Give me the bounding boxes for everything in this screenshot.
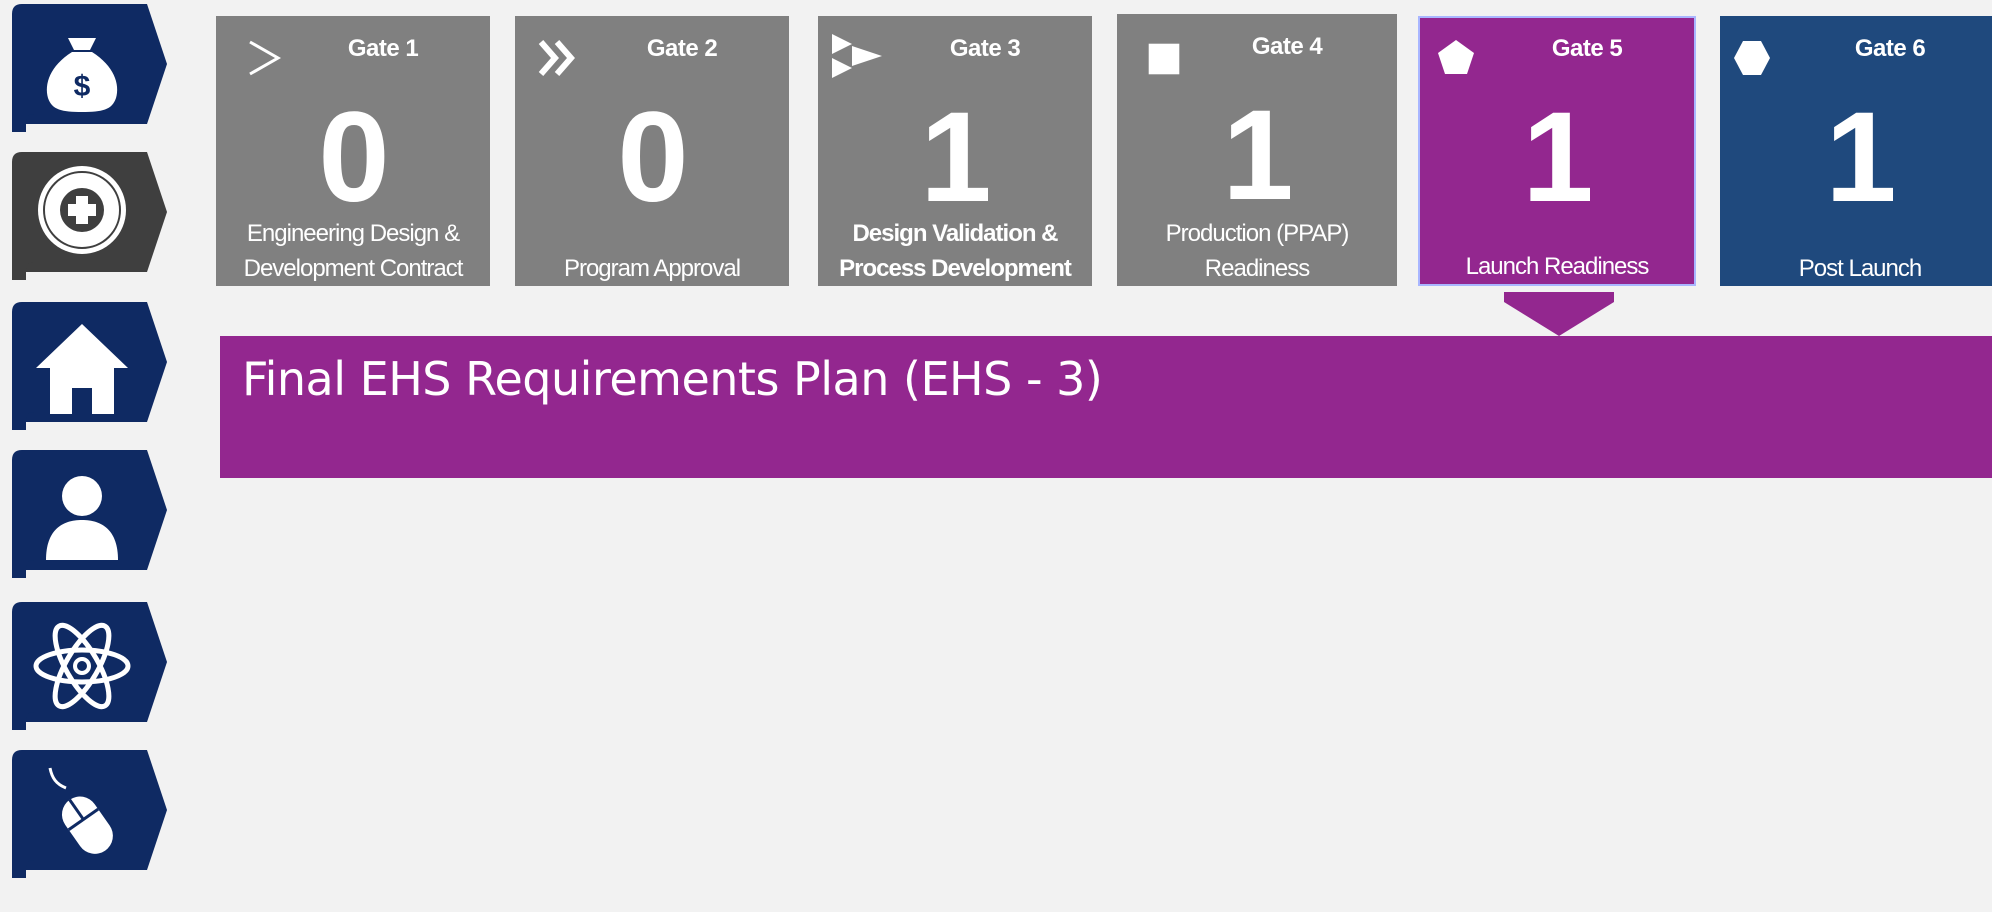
- gate-desc-line2: Readiness: [1204, 255, 1310, 282]
- gate-desc-line1: Design Validation &: [852, 220, 1058, 247]
- side-tab-input[interactable]: [12, 750, 167, 878]
- gate-desc-line2: Launch Readiness: [1465, 253, 1650, 280]
- banner-title: Final EHS Requirements Plan (EHS - 3): [242, 352, 1103, 406]
- gate-count: 1: [1522, 86, 1593, 229]
- gate-count: 0: [617, 86, 688, 229]
- side-tab-science[interactable]: [12, 602, 167, 730]
- side-tab-user[interactable]: [12, 450, 167, 578]
- atom-icon: [33, 622, 131, 710]
- gate-desc-line1: [1424, 214, 1690, 249]
- square-icon: [1148, 43, 1180, 75]
- side-tab-home[interactable]: [12, 302, 167, 430]
- gate-card-1[interactable]: Gate 1 0 Engineering Design & Developmen…: [216, 16, 490, 286]
- gate-count: 1: [1222, 84, 1293, 227]
- gate-card-4[interactable]: Gate 4 1 Production (PPAP) Readiness: [1117, 14, 1397, 286]
- svg-text:$: $: [74, 70, 91, 103]
- gate-desc-line1: Production (PPAP): [1165, 220, 1350, 247]
- active-gate-pointer: [1504, 292, 1614, 336]
- gate-cards: Gate 1 0 Engineering Design & Developmen…: [214, 14, 1992, 288]
- gate-card-5[interactable]: Gate 5 1 Launch Readiness: [1418, 16, 1696, 286]
- side-nav: $: [0, 0, 180, 912]
- side-tab-finance[interactable]: $: [12, 4, 167, 132]
- gate-label: Gate 1: [347, 35, 419, 62]
- gate-label: Gate 4: [1251, 33, 1323, 60]
- gate-description: Program Approval: [521, 216, 783, 286]
- gate-description: Post Launch: [1726, 216, 1992, 286]
- gate-desc-line2: Development Contract: [243, 255, 464, 282]
- pentagon-icon: [1438, 40, 1474, 74]
- medical-cross-icon: [38, 166, 126, 254]
- gate-description: Design Validation & Process Development: [824, 216, 1086, 286]
- gate-label: Gate 5: [1551, 35, 1623, 62]
- gate-card-6[interactable]: Gate 6 1 Post Launch: [1720, 16, 1992, 286]
- home-icon: [36, 324, 128, 414]
- hexagon-icon: [1734, 41, 1770, 75]
- mouse-icon: [48, 767, 113, 854]
- gate-label: Gate 3: [949, 35, 1021, 62]
- gate-desc-line2: Process Development: [839, 255, 1072, 282]
- gate-count: 1: [920, 86, 991, 229]
- gate-desc-line1: [1726, 216, 1992, 251]
- gate-card-2[interactable]: Gate 2 0 Program Approval: [515, 16, 789, 286]
- gate-label: Gate 2: [646, 35, 718, 62]
- gate-count: 0: [318, 86, 389, 229]
- section-banner: Final EHS Requirements Plan (EHS - 3): [220, 336, 1992, 478]
- gate-label: Gate 6: [1854, 35, 1926, 62]
- gate-card-3[interactable]: Gate 3 1 Design Validation & Process Dev…: [818, 16, 1092, 286]
- gate-desc-line2: Post Launch: [1798, 255, 1922, 282]
- app-page: $ Gate 1 0 Engineering Design & Developm…: [0, 0, 1992, 912]
- side-tab-ehs[interactable]: [12, 152, 167, 280]
- gate-desc-line2: Program Approval: [563, 255, 741, 282]
- gate-desc-line1: Engineering Design &: [246, 220, 460, 247]
- gate-description: Production (PPAP) Readiness: [1123, 216, 1391, 286]
- gate-description: Launch Readiness: [1424, 214, 1690, 284]
- money-bag-icon: $: [46, 38, 118, 112]
- gate-desc-line1: [521, 216, 783, 251]
- gate-description: Engineering Design & Development Contrac…: [222, 216, 484, 286]
- person-icon: [46, 476, 118, 560]
- gate-count: 1: [1825, 86, 1896, 229]
